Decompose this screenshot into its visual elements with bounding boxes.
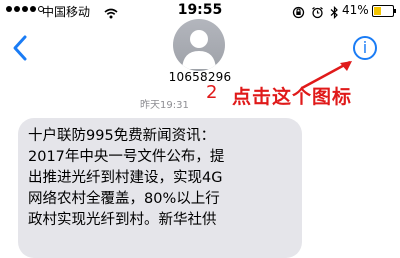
message-line: 出推进光纤到村建设，实现4G: [28, 170, 223, 186]
message-timestamp: 昨天19:31: [140, 100, 189, 111]
annotation-text: 点击这个图标: [232, 86, 353, 108]
chevron-left-icon: [13, 35, 27, 61]
message-line: 2017年中央一号文件公布，提: [28, 149, 225, 165]
bluetooth-icon: [330, 4, 339, 23]
clock: 19:55: [177, 2, 223, 18]
person-silhouette-icon: [182, 30, 216, 69]
lock-rotation-icon: [292, 4, 305, 23]
message-line: 网络农村全覆盖，80%以上行: [28, 191, 220, 207]
battery-icon: [372, 5, 396, 17]
info-icon: i: [362, 38, 368, 57]
message-line: 十户联防995免费新闻资讯：: [28, 128, 216, 144]
message-line: 政村实现光纤到村。新华社供: [28, 212, 217, 228]
battery-percentage: 41%: [342, 3, 369, 17]
message-bubble[interactable]: 十户联防995免费新闻资讯： 2017年中央一号文件公布，提 出推进光纤到村建设…: [18, 118, 302, 258]
contact-avatar[interactable]: [173, 19, 225, 71]
back-button[interactable]: [10, 34, 32, 62]
alarm-icon: [311, 4, 324, 23]
annotation-step-number: 2: [206, 82, 218, 103]
